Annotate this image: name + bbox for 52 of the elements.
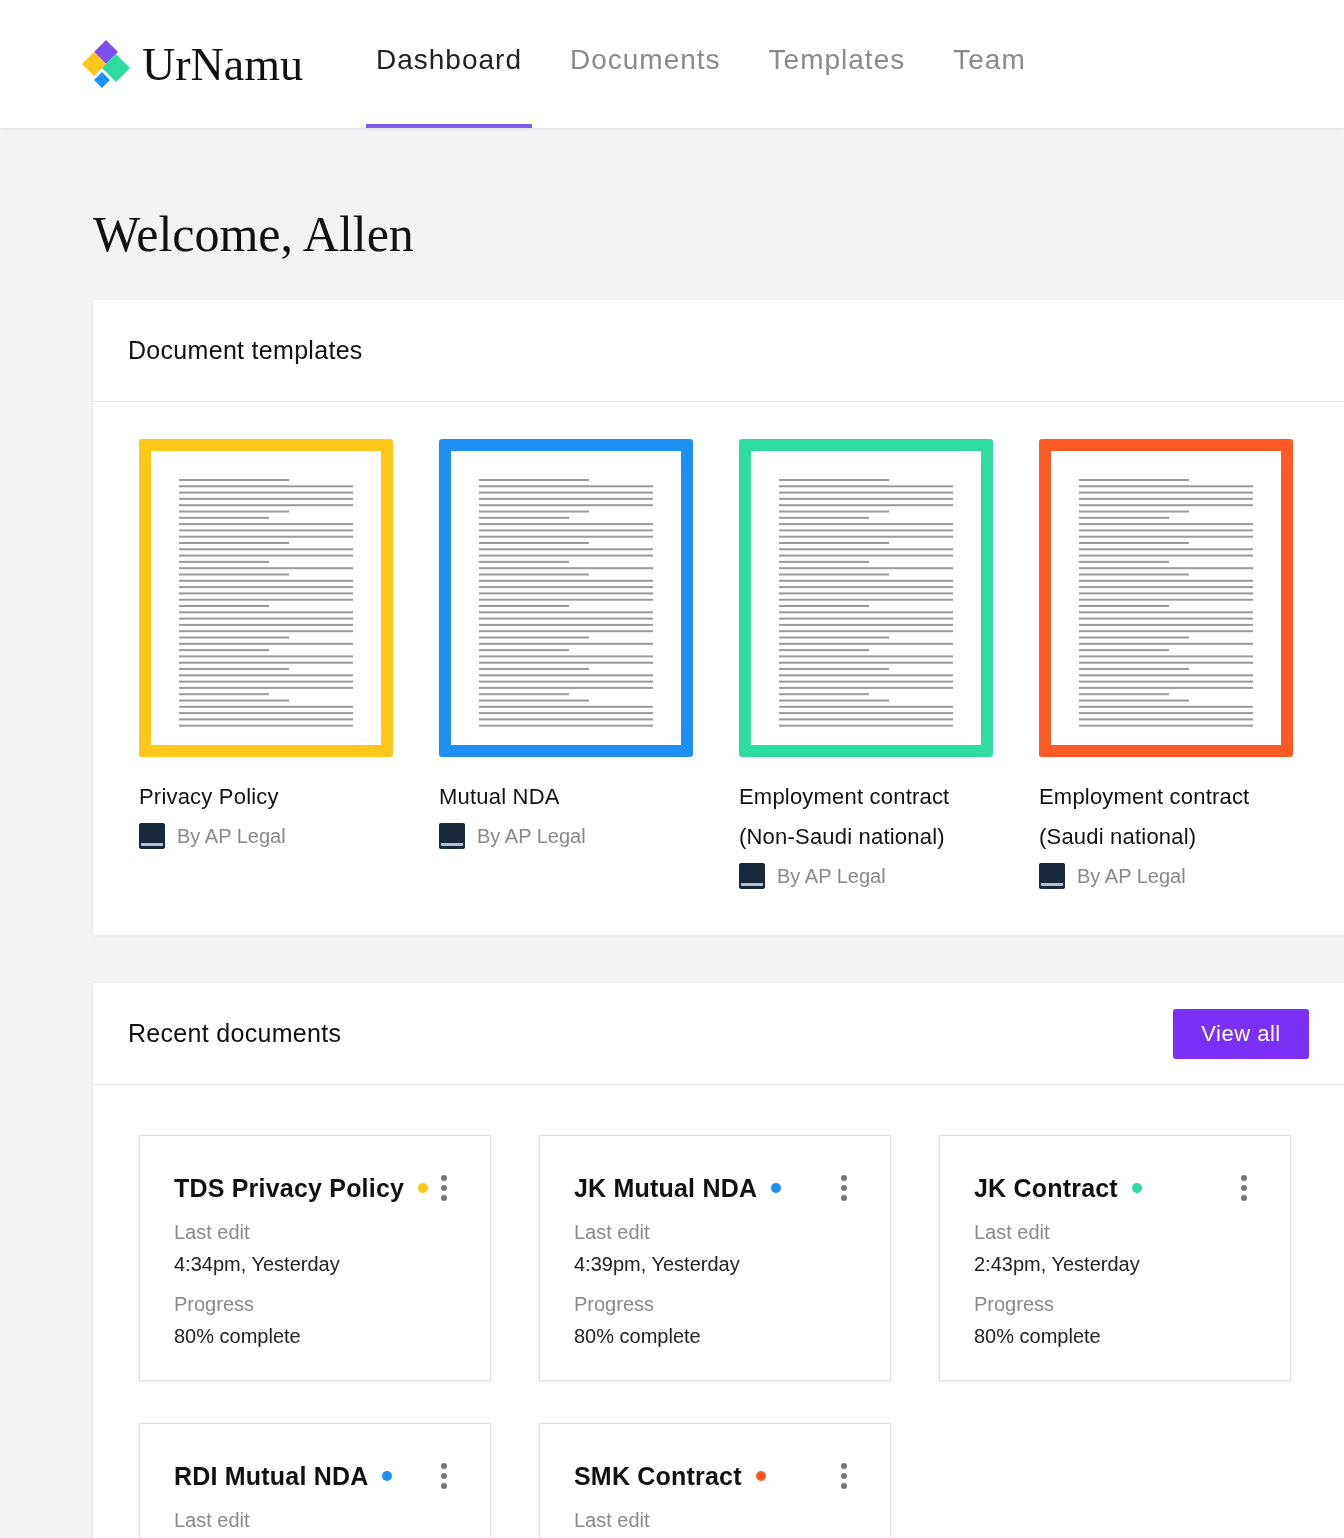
last-edit-label: Last edit xyxy=(174,1220,251,1245)
welcome-heading: Welcome, Allen xyxy=(92,205,415,264)
document-card[interactable]: JK Mutual NDA Last edit 4:39pm, Yesterday Progress 80% complete xyxy=(539,1135,891,1381)
last-edit-label: Last edit xyxy=(974,1220,1051,1245)
last-edit-label: Last edit xyxy=(174,1508,251,1533)
document-card[interactable]: SMK Contract Last edit xyxy=(539,1423,891,1538)
last-edit-label: Last edit xyxy=(574,1220,651,1245)
last-edit-time: 4:39pm, Yesterday xyxy=(574,1252,741,1277)
document-card[interactable]: TDS Privacy Policy Last edit 4:34pm, Yesterday Progress 80% complete xyxy=(139,1135,491,1381)
last-edit-time: 4:34pm, Yesterday xyxy=(174,1252,341,1277)
template-thumbnail[interactable] xyxy=(739,439,993,757)
section-title: Recent documents xyxy=(128,1019,342,1048)
progress-label: Progress xyxy=(974,1292,1056,1317)
document-title: JK Mutual NDA xyxy=(574,1173,758,1203)
template-author: By AP Legal xyxy=(777,864,886,888)
more-options-icon[interactable] xyxy=(1240,1174,1248,1202)
template-author: By AP Legal xyxy=(477,824,586,848)
document-card[interactable]: JK Contract Last edit 2:43pm, Yesterday Progress 80% complete xyxy=(939,1135,1291,1381)
more-options-icon[interactable] xyxy=(440,1462,448,1490)
more-options-icon[interactable] xyxy=(440,1174,448,1202)
template-name[interactable]: Employment contract (Non-Saudi national) xyxy=(739,777,993,857)
progress-value: 80% complete xyxy=(574,1324,702,1349)
brand-name: UrNamu xyxy=(142,37,303,91)
view-all-button[interactable]: View all xyxy=(1173,1008,1309,1059)
last-edit-time: 2:43pm, Yesterday xyxy=(974,1252,1141,1277)
template-thumbnail[interactable] xyxy=(439,439,693,757)
document-title: RDI Mutual NDA xyxy=(174,1461,369,1491)
last-edit-label: Last edit xyxy=(574,1508,651,1533)
document-title: TDS Privacy Policy xyxy=(174,1173,405,1203)
template-name[interactable]: Privacy Policy xyxy=(139,777,393,817)
nav-tab[interactable]: Dashboard xyxy=(366,0,532,128)
publisher-logo-icon xyxy=(739,863,765,889)
template-thumbnail[interactable] xyxy=(139,439,393,757)
template-name[interactable]: Mutual NDA xyxy=(439,777,693,817)
section-title: Document templates xyxy=(128,336,363,365)
publisher-logo-icon xyxy=(139,823,165,849)
publisher-logo-icon xyxy=(1039,863,1065,889)
document-title: JK Contract xyxy=(974,1173,1118,1203)
progress-label: Progress xyxy=(574,1292,656,1317)
template-name[interactable]: Employment contract (Saudi national) xyxy=(1039,777,1293,857)
template-author: By AP Legal xyxy=(1077,864,1186,888)
logo-icon xyxy=(80,38,132,90)
template-author: By AP Legal xyxy=(177,824,286,848)
more-options-icon[interactable] xyxy=(840,1174,848,1202)
more-options-icon[interactable] xyxy=(840,1462,848,1490)
template-thumbnail[interactable] xyxy=(1039,439,1293,757)
progress-value: 80% complete xyxy=(174,1324,302,1349)
progress-label: Progress xyxy=(174,1292,256,1317)
document-title: SMK Contract xyxy=(574,1461,742,1491)
publisher-logo-icon xyxy=(439,823,465,849)
document-card[interactable]: RDI Mutual NDA Last edit xyxy=(139,1423,491,1538)
progress-value: 80% complete xyxy=(974,1324,1102,1349)
